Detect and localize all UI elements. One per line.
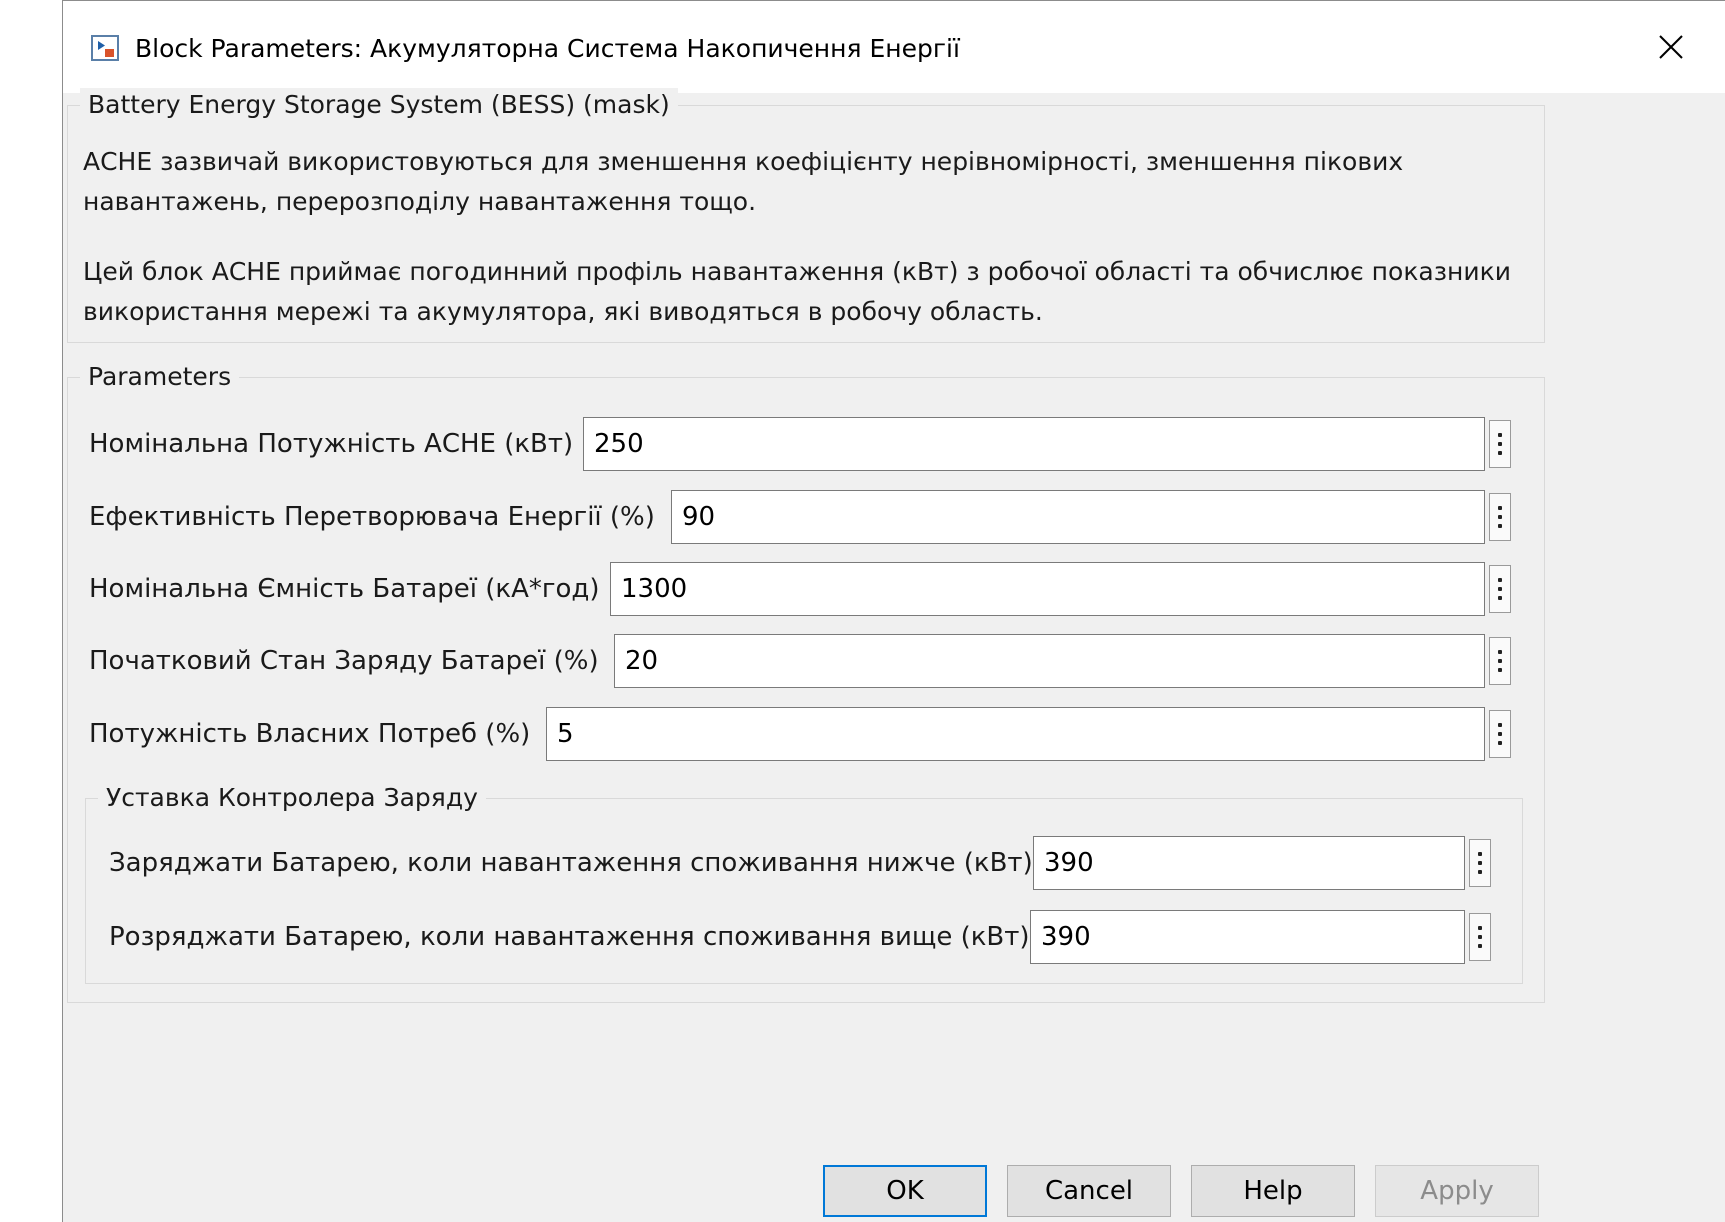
auxiliary-power-input[interactable] [546, 707, 1485, 761]
initial-soc-input[interactable] [614, 634, 1485, 688]
rated-power-label: Номінальна Потужність АСНЕ (кВт) [89, 429, 574, 459]
window-title: Block Parameters: Акумуляторна Система Н… [135, 34, 960, 63]
close-icon [1659, 35, 1683, 59]
cancel-button[interactable]: Cancel [1007, 1165, 1171, 1217]
initial-soc-options-button[interactable] [1489, 637, 1511, 685]
discharge-threshold-label: Розряджати Батарею, коли навантаження сп… [109, 922, 1030, 952]
converter-efficiency-input[interactable] [671, 490, 1485, 544]
battery-capacity-input[interactable] [610, 562, 1485, 616]
auxiliary-power-label: Потужність Власних Потреб (%) [89, 719, 531, 749]
converter-efficiency-label: Ефективність Перетворювача Енергії (%) [89, 502, 655, 532]
more-vertical-icon [1498, 578, 1502, 582]
title-bar: Block Parameters: Акумуляторна Система Н… [63, 1, 1725, 93]
charge-threshold-options-button[interactable] [1469, 839, 1491, 887]
more-vertical-icon [1478, 852, 1482, 856]
rated-power-options-button[interactable] [1489, 420, 1511, 468]
discharge-threshold-options-button[interactable] [1469, 913, 1491, 961]
description-group-title: Battery Energy Storage System (BESS) (ma… [80, 88, 678, 122]
rated-power-input[interactable] [583, 417, 1485, 471]
apply-button[interactable]: Apply [1375, 1165, 1539, 1217]
more-vertical-icon [1498, 650, 1502, 654]
block-parameters-dialog: Block Parameters: Акумуляторна Система Н… [62, 0, 1725, 1222]
ok-button[interactable]: OK [823, 1165, 987, 1217]
charge-threshold-input[interactable] [1033, 836, 1465, 890]
more-vertical-icon [1498, 723, 1502, 727]
more-vertical-icon [1498, 506, 1502, 510]
initial-soc-label: Початковий Стан Заряду Батареї (%) [89, 646, 599, 676]
converter-efficiency-options-button[interactable] [1489, 493, 1511, 541]
discharge-threshold-input[interactable] [1030, 910, 1465, 964]
battery-capacity-options-button[interactable] [1489, 565, 1511, 613]
simulink-block-icon [91, 35, 119, 61]
battery-capacity-label: Номінальна Ємність Батареї (кА*год) [89, 574, 600, 604]
parameters-group-title: Parameters [80, 360, 240, 394]
more-vertical-icon [1498, 433, 1502, 437]
description-paragraph-1: АСНЕ зазвичай використовуються для зменш… [83, 147, 1404, 216]
charge-threshold-label: Заряджати Батарею, коли навантаження спо… [109, 848, 1033, 878]
help-button[interactable]: Help [1191, 1165, 1355, 1217]
auxiliary-power-options-button[interactable] [1489, 710, 1511, 758]
charge-controller-group-title: Уставка Контролера Заряду [98, 781, 486, 815]
close-button[interactable] [1647, 23, 1695, 71]
more-vertical-icon [1478, 926, 1482, 930]
description-paragraph-2: Цей блок АСНЕ приймає погодинний профіль… [83, 257, 1511, 326]
